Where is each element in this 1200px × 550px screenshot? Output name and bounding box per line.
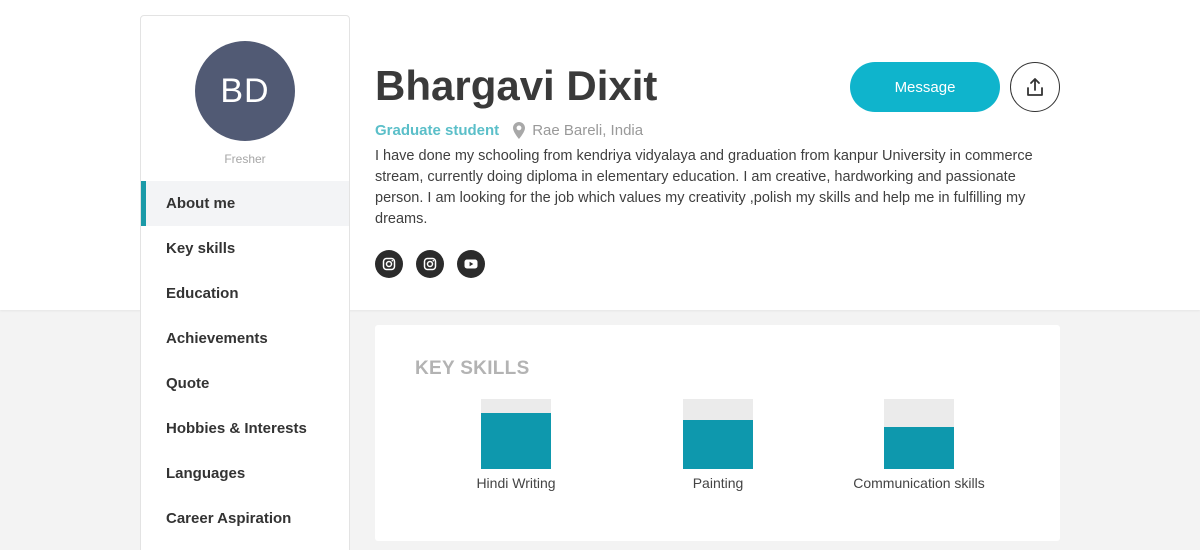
instagram-icon [382, 257, 396, 271]
skill-label: Painting [692, 475, 744, 491]
skill-item: Communication skills [819, 399, 1019, 491]
profile-sidebar: BD Fresher About me Key skills Education… [140, 15, 350, 550]
social-links [375, 250, 498, 278]
skill-meter [481, 399, 551, 469]
profile-name: Bhargavi Dixit [375, 62, 658, 109]
sidebar-item-education[interactable]: Education [141, 271, 349, 316]
key-skills-title: KEY SKILLS [415, 358, 530, 379]
sidebar-item-achievements[interactable]: Achievements [141, 316, 349, 361]
share-button[interactable] [1010, 62, 1060, 112]
instagram-link[interactable] [375, 250, 403, 278]
profile-location: Rae Bareli, India [532, 121, 644, 139]
skill-label: Hindi Writing [476, 475, 556, 491]
profile-bio: I have done my schooling from kendriya v… [375, 148, 1033, 227]
sidebar-item-key-skills[interactable]: Key skills [141, 226, 349, 271]
youtube-icon [464, 259, 478, 269]
profile-role: Graduate student [375, 121, 500, 139]
share-icon [1027, 78, 1043, 96]
sidebar-item-quote[interactable]: Quote [141, 361, 349, 406]
instagram-link-secondary[interactable] [416, 250, 444, 278]
skill-meter-fill [683, 420, 753, 469]
key-skills-card: KEY SKILLS Hindi Writing Painting Commun… [375, 325, 1060, 541]
sidebar-item-languages[interactable]: Languages [141, 451, 349, 496]
skill-label: Communication skills [853, 475, 985, 491]
sidebar-menu: About me Key skills Education Achievemen… [141, 181, 349, 541]
skill-meter-fill [481, 413, 551, 469]
skill-item: Painting [618, 399, 818, 491]
profile-meta: Graduate student Rae Bareli, India [375, 120, 643, 140]
avatar: BD [195, 41, 295, 141]
youtube-link[interactable] [457, 250, 485, 278]
message-button[interactable]: Message [850, 62, 1000, 112]
location-pin-icon [513, 121, 526, 139]
skill-meter [884, 399, 954, 469]
experience-level: Fresher [224, 152, 266, 166]
skill-item: Hindi Writing [416, 399, 616, 491]
sidebar-item-about-me[interactable]: About me [141, 181, 349, 226]
instagram-icon [423, 257, 437, 271]
sidebar-item-career-aspiration[interactable]: Career Aspiration [141, 496, 349, 541]
skill-meter [683, 399, 753, 469]
skill-meter-fill [884, 427, 954, 469]
sidebar-item-hobbies[interactable]: Hobbies & Interests [141, 406, 349, 451]
